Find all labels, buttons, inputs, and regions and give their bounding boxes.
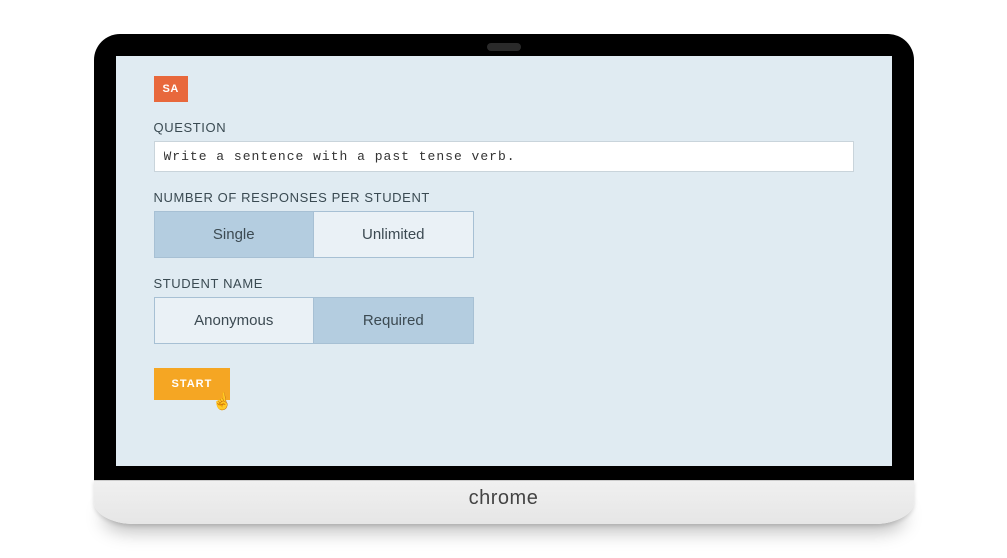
- laptop-frame: SA QUESTION NUMBER OF RESPONSES PER STUD…: [94, 34, 914, 524]
- student-name-option-required[interactable]: Required: [313, 298, 473, 343]
- chrome-logo: chrome: [469, 487, 539, 510]
- student-name-toggle: Anonymous Required: [154, 297, 474, 344]
- start-section: START ☝: [154, 368, 854, 400]
- app-screen: SA QUESTION NUMBER OF RESPONSES PER STUD…: [116, 56, 892, 466]
- question-type-badge: SA: [154, 76, 188, 102]
- question-label: QUESTION: [154, 120, 854, 135]
- responses-label: NUMBER OF RESPONSES PER STUDENT: [154, 190, 854, 205]
- question-input[interactable]: [154, 141, 854, 172]
- responses-section: NUMBER OF RESPONSES PER STUDENT Single U…: [154, 190, 854, 258]
- responses-option-unlimited[interactable]: Unlimited: [313, 212, 473, 257]
- student-name-section: STUDENT NAME Anonymous Required: [154, 276, 854, 344]
- student-name-option-anonymous[interactable]: Anonymous: [155, 298, 314, 343]
- student-name-label: STUDENT NAME: [154, 276, 854, 291]
- laptop-base: chrome: [94, 480, 914, 524]
- camera: [487, 43, 521, 51]
- responses-option-single[interactable]: Single: [155, 212, 314, 257]
- bezel: SA QUESTION NUMBER OF RESPONSES PER STUD…: [94, 34, 914, 480]
- question-section: QUESTION: [154, 120, 854, 172]
- responses-toggle: Single Unlimited: [154, 211, 474, 258]
- start-button[interactable]: START: [154, 368, 231, 400]
